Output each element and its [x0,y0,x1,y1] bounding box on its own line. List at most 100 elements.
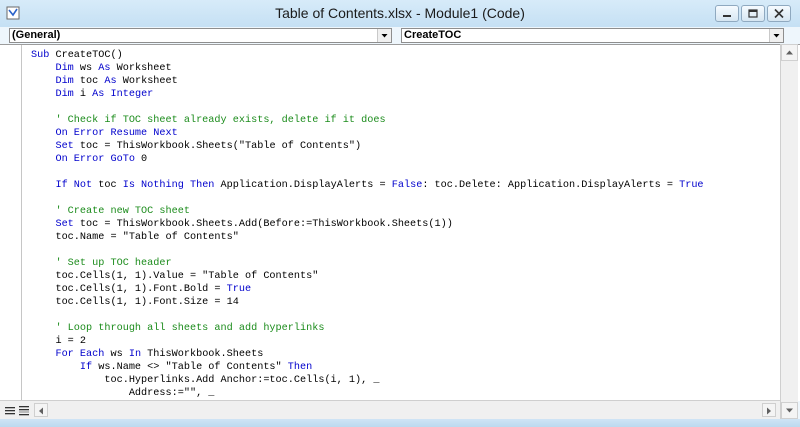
procedure-combo-value: CreateTOC [404,29,462,41]
code-line[interactable] [31,166,761,179]
code-keyword: Sub [31,50,56,61]
code-keyword: True [679,180,704,191]
window-title: Table of Contents.xlsx - Module1 (Code) [275,5,525,21]
code-keyword: Set [31,141,80,152]
code-line[interactable]: Set toc = ThisWorkbook.Sheets.Add(Before… [31,218,761,231]
code-line[interactable]: On Error GoTo 0 [31,153,761,166]
code-text: Application.DisplayAlerts = [220,180,392,191]
procedure-view-icon [5,407,15,415]
code-text: toc [79,76,105,87]
scroll-up-button[interactable] [781,44,798,61]
code-keyword: Dim [31,89,80,100]
code-editor[interactable]: Sub CreateTOC() Dim ws As Worksheet Dim … [0,44,800,401]
code-keyword: For Each [31,349,111,360]
combo-bar: (General) CreateTOC [0,27,800,44]
code-comment: ' Loop through all sheets and add hyperl… [31,323,325,334]
close-icon [774,8,784,19]
code-keyword: If Not [31,180,99,191]
code-line[interactable]: Dim ws As Worksheet [31,62,761,75]
code-line[interactable]: If ws.Name <> "Table of Contents" Then [31,361,761,374]
code-keyword: As [98,63,117,74]
code-line[interactable]: Set toc = ThisWorkbook.Sheets("Table of … [31,140,761,153]
code-text: i = 2 [31,336,87,347]
code-line[interactable]: If Not toc Is Nothing Then Application.D… [31,179,761,192]
code-keyword: Set [31,219,80,230]
code-line[interactable]: toc.Cells(1, 1).Value = "Table of Conten… [31,270,761,283]
code-line[interactable]: toc.Cells(1, 1).Font.Size = 14 [31,296,761,309]
vertical-scrollbar[interactable] [780,44,798,419]
full-module-view-icon [19,406,29,416]
code-text: ws [79,63,99,74]
scroll-left-button[interactable] [34,403,48,417]
code-text: 0 [141,154,148,165]
gutter-divider [21,45,22,401]
full-module-view-button[interactable] [18,404,31,416]
code-keyword: If [31,362,99,373]
code-keyword: Then [287,362,313,373]
code-text: toc.Cells(1, 1).Font.Size = 14 [31,297,239,308]
code-comment: ' Check if TOC sheet already exists, del… [31,115,386,126]
scroll-right-button[interactable] [762,403,776,417]
code-line[interactable]: Address:="", _ [31,387,761,400]
code-text: toc [98,180,123,191]
scroll-down-button[interactable] [781,402,798,419]
code-window[interactable]: Sub CreateTOC() Dim ws As Worksheet Dim … [31,49,761,401]
code-text: toc.Hyperlinks.Add Anchor:=toc.Cells(i, … [31,375,380,386]
code-line[interactable] [31,244,761,257]
code-text: : toc.Delete: Application.DisplayAlerts … [422,180,680,191]
code-line[interactable]: toc.Cells(1, 1).Font.Bold = True [31,283,761,296]
code-text: Worksheet [116,63,172,74]
code-line[interactable] [31,192,761,205]
code-line[interactable]: Sub CreateTOC() [31,49,761,62]
chevron-down-icon [786,408,793,413]
code-keyword: On Error GoTo [31,154,142,165]
chevron-right-icon [767,407,771,415]
chevron-down-icon[interactable] [769,29,783,42]
code-line[interactable]: Dim toc As Worksheet [31,75,761,88]
code-line[interactable]: toc.Name = "Table of Contents" [31,231,761,244]
chevron-down-icon[interactable] [377,29,391,42]
restore-icon [748,9,758,18]
code-keyword: On Error Resume Next [31,128,178,139]
code-line[interactable]: ' Create new TOC sheet [31,205,761,218]
chevron-left-icon [39,407,43,415]
object-combo[interactable]: (General) [9,28,392,43]
object-combo-value: (General) [12,29,61,41]
code-keyword: Dim [31,76,80,87]
code-text: ws [110,349,129,360]
code-text: toc.Cells(1, 1).Font.Bold = [31,284,227,295]
code-text: ThisWorkbook.Sheets [147,349,264,360]
code-line[interactable] [31,309,761,322]
code-keyword: As Integer [92,89,154,100]
code-line[interactable]: On Error Resume Next [31,127,761,140]
title-bar[interactable]: Table of Contents.xlsx - Module1 (Code) [0,0,800,28]
code-text: toc.Cells(1, 1).Value = "Table of Conten… [31,271,319,282]
code-line[interactable]: toc.Hyperlinks.Add Anchor:=toc.Cells(i, … [31,374,761,387]
code-line[interactable]: ' Loop through all sheets and add hyperl… [31,322,761,335]
code-line[interactable]: ' Set up TOC header [31,257,761,270]
code-keyword: As [104,76,123,87]
code-line[interactable]: i = 2 [31,335,761,348]
code-line[interactable]: ' Check if TOC sheet already exists, del… [31,114,761,127]
chevron-up-icon [786,50,793,55]
restore-button[interactable] [741,5,765,22]
window-frame-bottom [0,419,800,427]
code-text: toc = ThisWorkbook.Sheets.Add(Before:=Th… [79,219,453,230]
minimize-icon [723,15,731,17]
procedure-combo[interactable]: CreateTOC [401,28,784,43]
code-text: toc = ThisWorkbook.Sheets("Table of Cont… [79,141,362,152]
code-keyword: In [128,349,148,360]
code-line[interactable] [31,101,761,114]
code-keyword: False [391,180,423,191]
code-line[interactable]: For Each ws In ThisWorkbook.Sheets [31,348,761,361]
code-text: Worksheet [122,76,178,87]
minimize-button[interactable] [715,5,739,22]
code-keyword: Dim [31,63,80,74]
procedure-view-button[interactable] [4,404,17,416]
code-line[interactable]: Dim i As Integer [31,88,761,101]
code-text: Address:="", _ [31,388,215,399]
code-keyword: Is Nothing Then [122,180,221,191]
close-button[interactable] [767,5,791,22]
code-text: ws.Name <> "Table of Contents" [98,362,288,373]
code-keyword: True [226,284,252,295]
